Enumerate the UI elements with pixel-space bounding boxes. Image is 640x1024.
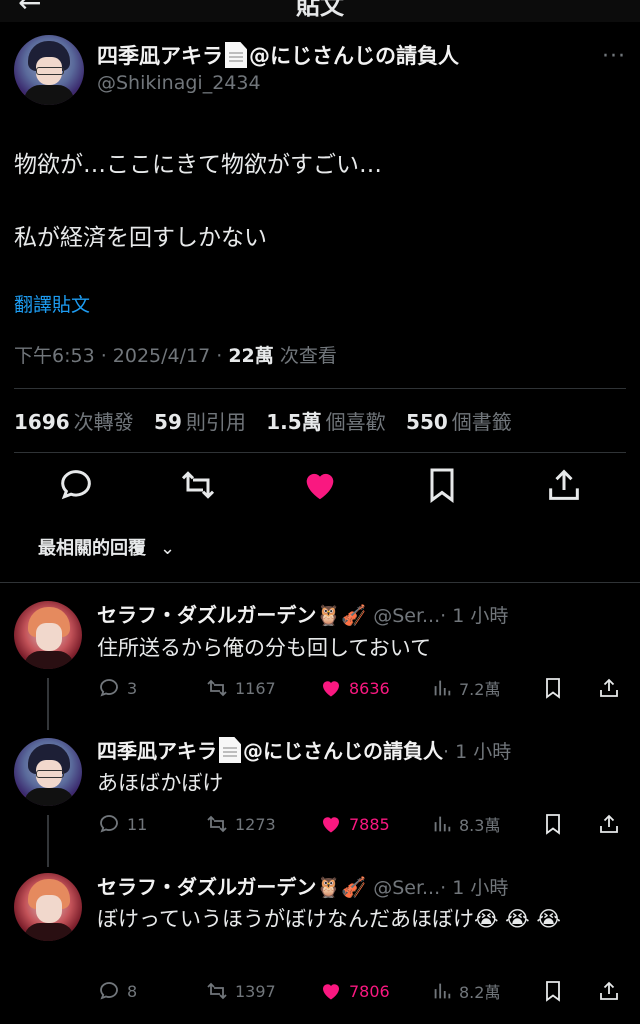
owl-violin-emoji: 🦉🎻: [316, 875, 367, 899]
engagement-stats: 1696 次轉發 59 則引用 1.5萬 個喜歡 550 個書籤: [14, 406, 512, 435]
owl-violin-emoji: 🦉🎻: [316, 603, 367, 627]
reply-sort-dropdown[interactable]: 最相關的回覆 ⌄: [38, 534, 175, 560]
top-bar: ← 貼文: [0, 0, 640, 22]
views-button[interactable]: 7.2萬: [431, 676, 500, 700]
views-button[interactable]: 8.2萬: [431, 979, 500, 1003]
share-icon[interactable]: [597, 676, 621, 700]
author-handle[interactable]: @Shikinagi_2434: [97, 72, 261, 94]
reply-avatar[interactable]: [14, 601, 82, 669]
share-icon[interactable]: [544, 465, 584, 505]
reply-time: · 1 小時: [440, 877, 509, 899]
view-count: 22萬: [228, 345, 274, 367]
document-icon: [219, 737, 241, 763]
reply-time: · 1 小時: [440, 605, 509, 627]
author-name[interactable]: 四季凪アキラ @にじさんじの請負人: [97, 40, 459, 70]
bookmark-icon[interactable]: [541, 676, 565, 700]
like-stat[interactable]: 1.5萬 個喜歡: [266, 410, 385, 434]
like-button[interactable]: 8636: [319, 676, 390, 700]
share-icon[interactable]: [597, 979, 621, 1003]
share-icon[interactable]: [597, 812, 621, 836]
reply-text: ぼけっていうほうがぼけなんだあほぼけ😭 😭 😭: [97, 907, 561, 931]
bookmark-icon[interactable]: [541, 812, 565, 836]
divider: [14, 452, 626, 453]
chevron-down-icon: ⌄: [160, 538, 176, 559]
reply-time: · 1 小時: [443, 741, 512, 763]
reply-author[interactable]: セラフ・ダズルガーデン🦉🎻 @Ser...· 1 小時: [97, 871, 508, 900]
reply-handle: @Ser...: [373, 877, 441, 899]
retweet-button[interactable]: 1397: [205, 979, 276, 1003]
reply-button[interactable]: 11: [97, 812, 147, 836]
retweet-button[interactable]: 1273: [205, 812, 276, 836]
reply-text: 住所送るから俺の分も回しておいて: [97, 636, 432, 660]
tweet-action-bar: [0, 465, 640, 505]
like-button[interactable]: 7806: [319, 979, 390, 1003]
author-display-name: 四季凪アキラ: [97, 44, 223, 68]
heart-filled-icon[interactable]: [300, 465, 340, 505]
view-count-label: 次查看: [273, 345, 337, 367]
retweet-stat[interactable]: 1696 次轉發: [14, 410, 134, 434]
author-name-suffix: @にじさんじの請負人: [249, 44, 459, 68]
tweet-meta: 下午6:53 · 2025/4/17 · 22萬 次查看: [14, 341, 337, 368]
quote-stat[interactable]: 59 則引用: [154, 410, 246, 434]
retweet-icon[interactable]: [178, 465, 218, 505]
sort-label: 最相關的回覆: [38, 538, 146, 559]
more-options-icon[interactable]: ···: [602, 44, 626, 69]
bookmark-stat[interactable]: 550 個書籤: [406, 410, 512, 434]
reply-button[interactable]: 8: [97, 979, 137, 1003]
reply-actions: 11 1273 7885 8.3萬: [97, 812, 627, 838]
translate-post-link[interactable]: 翻譯貼文: [14, 290, 90, 317]
author-avatar[interactable]: [14, 35, 84, 105]
retweet-button[interactable]: 1167: [205, 676, 276, 700]
tweet-text-line-2: 私が経済を回すしかない: [14, 225, 267, 251]
divider: [14, 388, 626, 389]
bookmark-icon[interactable]: [422, 465, 462, 505]
page-title: 貼文: [296, 0, 344, 20]
reply-icon[interactable]: [56, 465, 96, 505]
tweet-text-line-1: 物欲が…ここにきて物欲がすごい…: [14, 152, 382, 178]
reply-author[interactable]: 四季凪アキラ @にじさんじの請負人· 1 小時: [97, 735, 511, 764]
like-button[interactable]: 7885: [319, 812, 390, 836]
divider: [0, 582, 640, 583]
views-button[interactable]: 8.3萬: [431, 812, 500, 836]
reply-text: あほばかぼけ: [97, 771, 224, 795]
document-icon: [225, 42, 247, 68]
reply-actions: 3 1167 8636 7.2萬: [97, 676, 627, 702]
reply-avatar[interactable]: [14, 738, 82, 806]
thread-line: [47, 678, 49, 730]
reply-button[interactable]: 3: [97, 676, 137, 700]
reply-handle: @Ser...: [373, 605, 441, 627]
reply-actions: 8 1397 7806 8.2萬: [97, 979, 627, 1005]
thread-line: [47, 815, 49, 867]
bookmark-icon[interactable]: [541, 979, 565, 1003]
reply-avatar[interactable]: [14, 873, 82, 941]
tweet-timestamp[interactable]: 下午6:53 · 2025/4/17 ·: [14, 345, 228, 367]
reply-author[interactable]: セラフ・ダズルガーデン🦉🎻 @Ser...· 1 小時: [97, 599, 508, 628]
tweet-detail-page: ← 貼文 四季凪アキラ @にじさんじの請負人 @Shikinagi_2434 ··…: [0, 0, 640, 1024]
